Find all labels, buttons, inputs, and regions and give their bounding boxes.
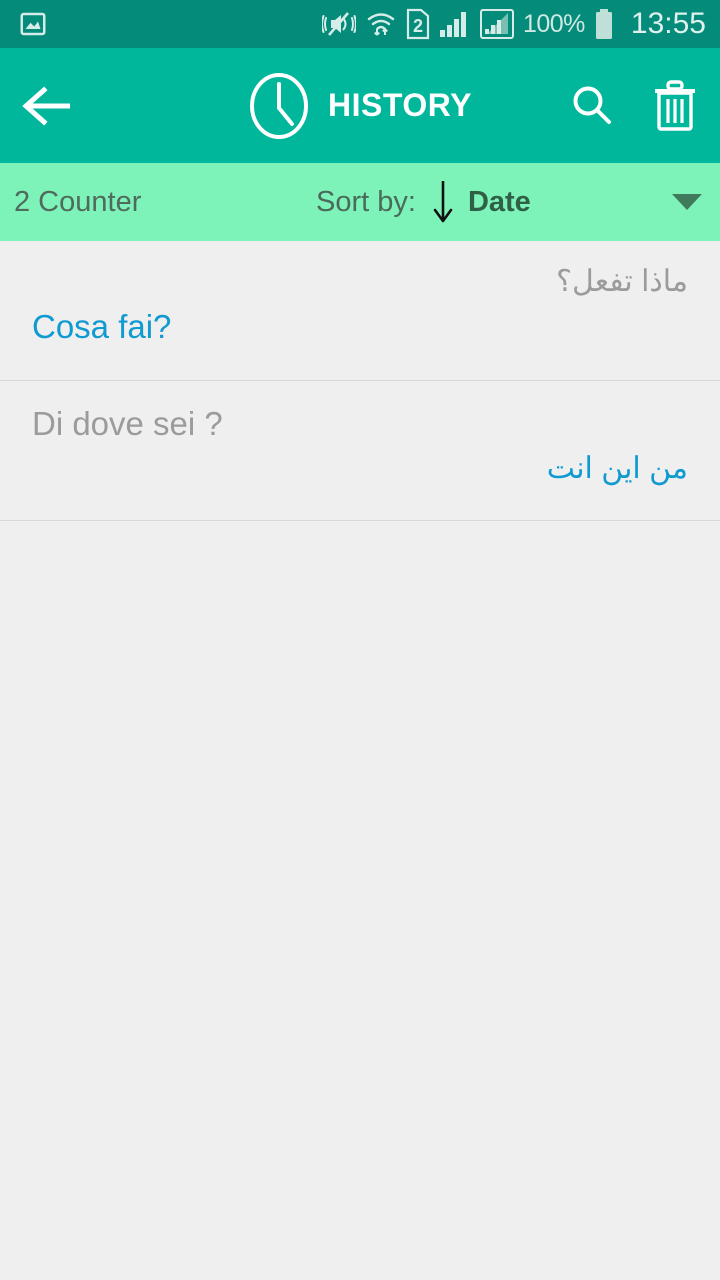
history-target-text: من اين انت: [546, 451, 688, 485]
list-item[interactable]: Di dove sei ? من اين انت: [0, 381, 720, 521]
chevron-down-icon[interactable]: [670, 191, 704, 213]
status-bar-clock: 13:55: [630, 7, 706, 40]
signal-bars-icon: [439, 9, 471, 39]
trash-icon[interactable]: [652, 79, 698, 132]
image-icon: [18, 9, 48, 39]
sort-value-label: Date: [467, 185, 531, 218]
sort-bar[interactable]: 2 Counter Sort by: Date: [0, 163, 720, 241]
vibrate-mute-icon: [321, 9, 356, 39]
sort-by-group[interactable]: Sort by: Date: [316, 179, 531, 225]
arrow-down-icon[interactable]: [432, 179, 454, 225]
list-item[interactable]: ماذا تفعل؟ Cosa fai?: [0, 241, 720, 381]
back-button[interactable]: [0, 48, 96, 163]
status-bar: 2 100% 13:55: [0, 0, 720, 48]
page-title: HISTORY: [328, 87, 472, 123]
counter-label: 2 Counter: [14, 185, 142, 218]
history-target-text: Cosa fai?: [32, 307, 172, 345]
battery-full-icon: [594, 8, 614, 40]
sort-by-label: Sort by:: [316, 185, 416, 218]
app-bar-actions: [568, 79, 720, 132]
battery-percent-label: 100%: [522, 9, 585, 38]
sim2-icon: 2: [406, 8, 430, 40]
app-bar: HISTORY: [0, 48, 720, 163]
history-source-text: ماذا تفعل؟: [556, 265, 688, 298]
history-source-text: Di dove sei ?: [32, 405, 223, 442]
status-bar-right-icons: 2 100% 13:55: [321, 7, 706, 41]
history-list: ماذا تفعل؟ Cosa fai? Di dove sei ? من اي…: [0, 241, 720, 521]
wifi-icon: [365, 9, 397, 39]
search-icon[interactable]: [568, 82, 616, 130]
status-bar-left-icons: [18, 9, 48, 39]
clock-icon: [248, 72, 310, 140]
svg-text:2: 2: [413, 16, 423, 36]
signal-bars-boxed-icon: [479, 8, 514, 40]
